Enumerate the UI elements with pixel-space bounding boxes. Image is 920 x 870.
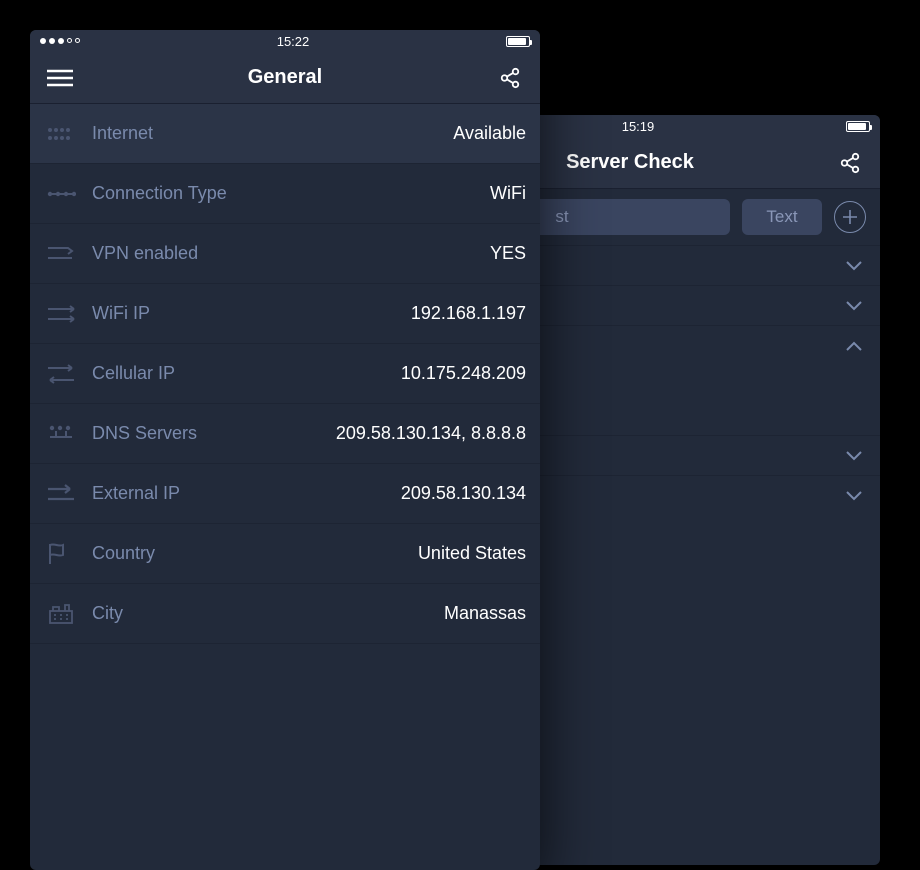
external-ip-icon xyxy=(46,484,76,504)
row-internet[interactable]: Internet Available xyxy=(30,104,540,164)
city-icon xyxy=(47,603,75,625)
row-label: DNS Servers xyxy=(92,423,197,444)
chevron-down-icon xyxy=(846,451,862,461)
row-label: City xyxy=(92,603,123,624)
plus-icon xyxy=(842,209,858,225)
general-screen: 15:22 General Internet Available Connect… xyxy=(30,30,540,870)
row-value: United States xyxy=(418,543,526,564)
row-label: VPN enabled xyxy=(92,243,198,264)
row-value: 209.58.130.134, 8.8.8.8 xyxy=(336,423,526,444)
share-button[interactable] xyxy=(836,149,864,177)
row-value: Manassas xyxy=(444,603,526,624)
row-value: 209.58.130.134 xyxy=(401,483,526,504)
chevron-down-icon xyxy=(846,491,862,501)
add-button[interactable] xyxy=(834,201,866,233)
network-icon xyxy=(46,125,76,143)
chevron-up-icon xyxy=(846,341,862,351)
row-value: Available xyxy=(453,123,526,144)
flag-icon xyxy=(47,542,75,566)
row-label: Country xyxy=(92,543,155,564)
chevron-down-icon xyxy=(846,261,862,271)
dns-icon xyxy=(46,424,76,444)
cellular-ip-icon xyxy=(46,363,76,385)
row-connection-type[interactable]: Connection Type WiFi xyxy=(30,164,540,224)
vpn-icon xyxy=(46,244,76,264)
status-time: 15:19 xyxy=(622,119,655,134)
row-dns[interactable]: DNS Servers 209.58.130.134, 8.8.8.8 xyxy=(30,404,540,464)
row-vpn[interactable]: VPN enabled YES xyxy=(30,224,540,284)
row-value: 192.168.1.197 xyxy=(411,303,526,324)
row-label: Cellular IP xyxy=(92,363,175,384)
hamburger-icon xyxy=(47,69,73,87)
row-label: Internet xyxy=(92,123,153,144)
row-value: 10.175.248.209 xyxy=(401,363,526,384)
page-title: General xyxy=(30,66,540,89)
row-city[interactable]: City Manassas xyxy=(30,584,540,644)
row-label: Connection Type xyxy=(92,183,227,204)
row-wifi-ip[interactable]: WiFi IP 192.168.1.197 xyxy=(30,284,540,344)
row-value: YES xyxy=(490,243,526,264)
connection-icon xyxy=(46,187,76,201)
row-external-ip[interactable]: External IP 209.58.130.134 xyxy=(30,464,540,524)
menu-button[interactable] xyxy=(46,64,74,92)
row-cellular-ip[interactable]: Cellular IP 10.175.248.209 xyxy=(30,344,540,404)
status-bar: 15:22 xyxy=(30,30,540,52)
nav-bar: General xyxy=(30,52,540,104)
row-label: External IP xyxy=(92,483,180,504)
battery-icon xyxy=(846,121,870,132)
row-value: WiFi xyxy=(490,183,526,204)
segment-text[interactable]: Text xyxy=(742,199,822,235)
row-country[interactable]: Country United States xyxy=(30,524,540,584)
share-icon xyxy=(839,152,861,174)
chevron-down-icon xyxy=(846,301,862,311)
battery-icon xyxy=(506,36,530,47)
status-time: 15:22 xyxy=(277,34,310,49)
share-icon xyxy=(499,67,521,89)
signal-dots-icon xyxy=(40,38,80,44)
wifi-ip-icon xyxy=(46,303,76,325)
row-label: WiFi IP xyxy=(92,303,150,324)
share-button[interactable] xyxy=(496,64,524,92)
